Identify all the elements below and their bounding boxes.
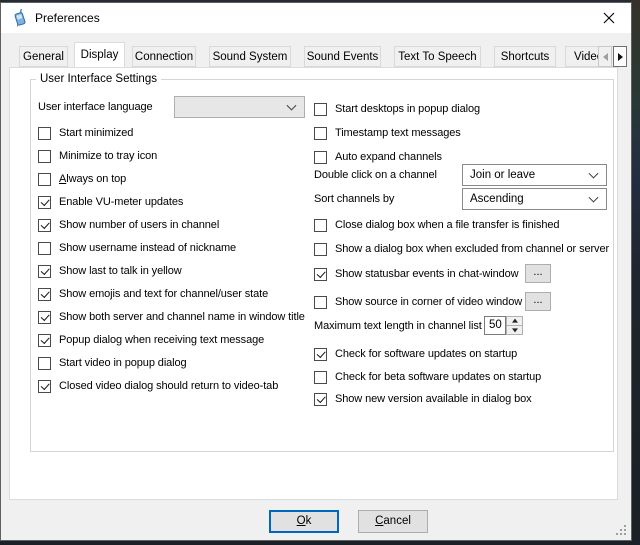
checkbox-icon — [314, 103, 327, 116]
language-label: User interface language — [38, 101, 153, 113]
checkbox-last-talk-yellow[interactable]: Show last to talk in yellow — [38, 263, 182, 279]
checkbox-start-minimized[interactable]: Start minimized — [38, 125, 133, 141]
checkbox-emojis-state[interactable]: Show emojis and text for channel/user st… — [38, 286, 268, 302]
video-source-more-button[interactable]: ... — [525, 292, 551, 311]
tab-text-to-speech[interactable]: Text To Speech — [394, 46, 481, 67]
checkbox-video-source-corner[interactable]: Show source in corner of video window — [314, 294, 522, 310]
checkbox-popup-text-message[interactable]: Popup dialog when receiving text message — [38, 332, 264, 348]
checkbox-close-file-transfer[interactable]: Close dialog box when a file transfer is… — [314, 217, 559, 233]
checkbox-excluded-dialog[interactable]: Show a dialog box when excluded from cha… — [314, 241, 609, 257]
group-title: User Interface Settings — [36, 73, 161, 85]
checkbox-icon — [38, 288, 51, 301]
display-tab-page: User Interface Settings User interface l… — [9, 67, 618, 500]
sort-channels-combobox[interactable]: Ascending — [462, 188, 607, 210]
checkbox-vu-meter[interactable]: Enable VU-meter updates — [38, 194, 183, 210]
checkbox-icon — [38, 219, 51, 232]
tab-display[interactable]: Display — [74, 42, 125, 67]
max-text-length-label: Maximum text length in channel list — [314, 320, 482, 332]
max-text-length-input[interactable]: 50 — [484, 316, 506, 335]
checkbox-new-version-dialog[interactable]: Show new version available in dialog box — [314, 391, 532, 407]
checkbox-icon — [38, 196, 51, 209]
titlebar[interactable]: Preferences — [1, 3, 631, 33]
window-title: Preferences — [35, 11, 100, 25]
sort-channels-label: Sort channels by — [314, 193, 394, 205]
double-click-combobox[interactable]: Join or leave — [462, 164, 607, 186]
checkbox-check-beta-updates[interactable]: Check for beta software updates on start… — [314, 369, 541, 385]
sort-channels-value: Ascending — [470, 193, 524, 205]
checkbox-icon — [314, 127, 327, 140]
checkbox-icon — [38, 242, 51, 255]
checkbox-server-channel-title[interactable]: Show both server and channel name in win… — [38, 309, 305, 325]
checkbox-icon — [314, 219, 327, 232]
app-logo-icon — [11, 9, 28, 27]
checkbox-icon — [38, 334, 51, 347]
grip-dots-icon — [616, 533, 618, 535]
checkbox-icon — [314, 243, 327, 256]
preferences-dialog: Preferences General Display Connection S… — [0, 2, 632, 541]
checkbox-video-popup[interactable]: Start video in popup dialog — [38, 355, 187, 371]
arrow-right-icon — [618, 53, 623, 61]
max-text-length-stepper — [506, 316, 523, 335]
checkbox-closed-video-return[interactable]: Closed video dialog should return to vid… — [38, 378, 278, 394]
close-icon — [603, 12, 615, 24]
ok-button[interactable]: Ok — [269, 510, 339, 533]
checkbox-icon — [38, 357, 51, 370]
checkbox-icon — [38, 127, 51, 140]
statusbar-events-more-button[interactable]: ... — [525, 264, 551, 283]
tab-scroll-left-button[interactable] — [598, 46, 612, 67]
checkbox-minimize-to-tray[interactable]: Minimize to tray icon — [38, 148, 157, 164]
checkbox-timestamp[interactable]: Timestamp text messages — [314, 125, 461, 141]
close-button[interactable] — [586, 3, 631, 33]
tab-sound-events[interactable]: Sound Events — [304, 46, 381, 67]
checkbox-icon — [38, 380, 51, 393]
tab-general[interactable]: General — [19, 46, 68, 67]
checkbox-user-count[interactable]: Show number of users in channel — [38, 217, 219, 233]
checkbox-always-on-top[interactable]: Always on top — [38, 171, 126, 187]
checkbox-username-instead[interactable]: Show username instead of nickname — [38, 240, 236, 256]
tab-shortcuts[interactable]: Shortcuts — [494, 46, 556, 67]
double-click-value: Join or leave — [470, 169, 535, 181]
checkbox-check-updates[interactable]: Check for software updates on startup — [314, 346, 517, 362]
tab-connection[interactable]: Connection — [132, 46, 196, 67]
checkbox-icon — [38, 173, 51, 186]
checkbox-icon — [38, 265, 51, 278]
language-combobox[interactable] — [174, 96, 305, 118]
cancel-button[interactable]: Cancel — [358, 510, 428, 533]
arrow-left-icon — [603, 53, 608, 61]
checkbox-statusbar-events[interactable]: Show statusbar events in chat-window — [314, 266, 519, 282]
checkbox-icon — [314, 371, 327, 384]
tab-scroll-right-button[interactable] — [613, 46, 627, 67]
tab-sound-system[interactable]: Sound System — [209, 46, 291, 67]
checkbox-icon — [314, 348, 327, 361]
checkbox-icon — [38, 311, 51, 324]
checkbox-icon — [314, 393, 327, 406]
checkbox-icon — [314, 296, 327, 309]
spin-down-button[interactable] — [506, 325, 523, 335]
checkbox-icon — [314, 151, 327, 164]
checkbox-desktops-popup[interactable]: Start desktops in popup dialog — [314, 101, 480, 117]
checkbox-icon — [314, 268, 327, 281]
resize-grip[interactable] — [616, 525, 628, 537]
checkbox-auto-expand[interactable]: Auto expand channels — [314, 149, 442, 165]
double-click-label: Double click on a channel — [314, 169, 437, 181]
checkbox-icon — [38, 150, 51, 163]
